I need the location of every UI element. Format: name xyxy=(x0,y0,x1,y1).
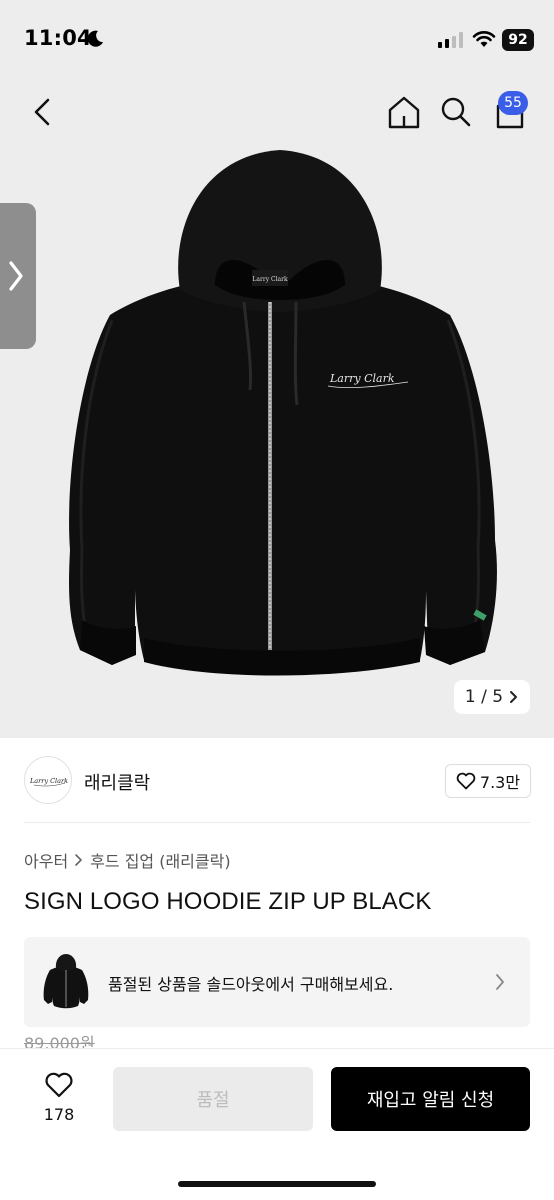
chevron-right-icon xyxy=(75,854,82,866)
brand-like-count: 7.3만 xyxy=(479,773,521,792)
breadcrumb: 아우터 후드 집업 (래리클락) xyxy=(24,848,231,872)
wish-button[interactable]: 178 xyxy=(30,1071,88,1131)
home-icon xyxy=(388,96,420,129)
heart-icon xyxy=(456,772,476,790)
bottom-action-bar: 178 품절 재입고 알림 신청 xyxy=(0,1048,554,1200)
brand-row[interactable]: Larry Clark 래리클락 7.3만 xyxy=(24,756,531,806)
wish-count: 178 xyxy=(43,1105,75,1124)
restock-alert-button[interactable]: 재입고 알림 신청 xyxy=(331,1067,530,1131)
soldout-banner-text: 품절된 상품을 솔드아웃에서 구매해보세요. xyxy=(108,975,394,994)
wifi-icon xyxy=(472,31,496,47)
banner-thumbnail-hoodie xyxy=(43,954,89,1009)
brand-logo[interactable]: Larry Clark xyxy=(24,756,72,804)
svg-text:Larry Clark: Larry Clark xyxy=(329,372,395,385)
pager-count: 1 / 5 xyxy=(464,687,504,707)
breadcrumb-subcategory[interactable]: 후드 집업 (래리클락) xyxy=(90,848,230,872)
chevron-right-icon xyxy=(9,261,23,291)
breadcrumb-category[interactable]: 아우터 xyxy=(24,848,68,872)
heart-icon xyxy=(45,1072,73,1098)
cart-count-badge: 55 xyxy=(498,91,528,115)
brand-like-button[interactable]: 7.3만 xyxy=(445,764,531,798)
image-pager[interactable]: 1 / 5 xyxy=(454,680,530,714)
product-title: SIGN LOGO HOODIE ZIP UP BLACK xyxy=(24,888,432,915)
search-icon xyxy=(441,97,471,127)
back-button[interactable] xyxy=(26,92,62,132)
chevron-left-icon xyxy=(34,98,50,126)
side-drawer-tab[interactable] xyxy=(0,203,36,349)
soldout-banner[interactable]: 품절된 상품을 솔드아웃에서 구매해보세요. xyxy=(24,937,530,1027)
moon-icon xyxy=(87,30,103,47)
home-button[interactable] xyxy=(384,92,424,132)
home-indicator[interactable] xyxy=(178,1181,376,1187)
divider xyxy=(24,822,530,823)
status-time: 11:04 xyxy=(24,26,92,50)
brand-logo-signature: Larry Clark xyxy=(29,777,68,787)
battery-indicator: 92 xyxy=(502,29,534,51)
cellular-signal-icon xyxy=(438,32,463,48)
svg-text:Larry Clark: Larry Clark xyxy=(252,276,288,283)
brand-name[interactable]: 래리클락 xyxy=(84,769,150,795)
search-button[interactable] xyxy=(436,92,476,132)
chevron-right-icon xyxy=(496,974,504,990)
chevron-right-icon xyxy=(510,691,518,703)
soldout-button[interactable]: 품절 xyxy=(113,1067,313,1131)
product-image-hoodie: Larry Clark Larry Clark xyxy=(69,150,497,676)
status-bar: 11:04 92 xyxy=(0,0,554,80)
product-gallery[interactable]: 11:04 92 55 Larry Clark Larry Clark 1 / … xyxy=(0,0,554,738)
